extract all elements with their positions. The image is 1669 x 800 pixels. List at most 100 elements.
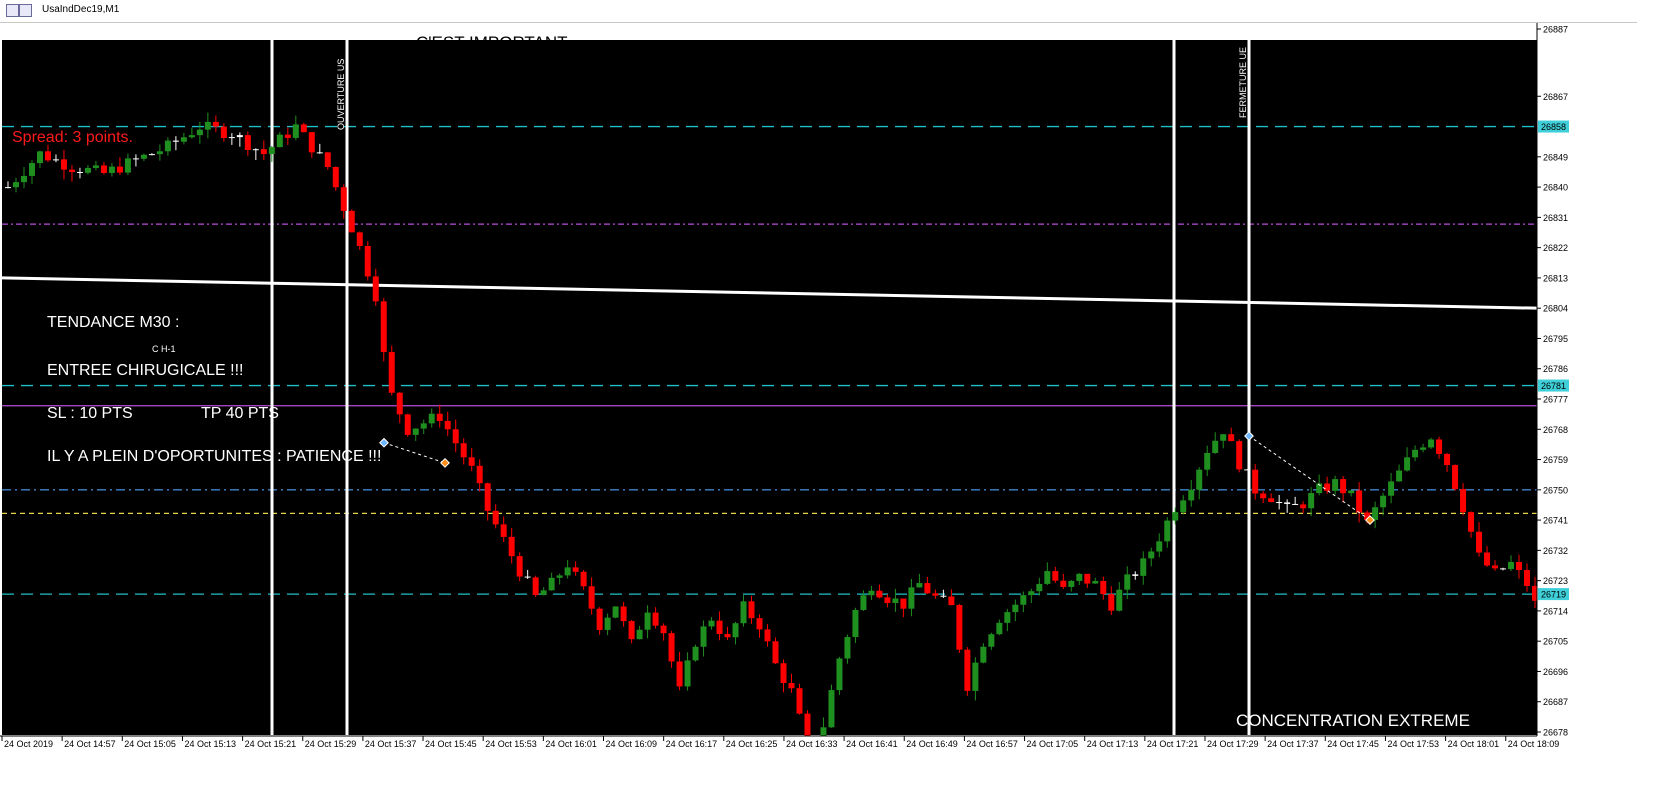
candle-body-52 — [420, 423, 427, 429]
spread-label: Spread: 3 points. — [12, 129, 133, 146]
candle-body-49 — [396, 392, 403, 415]
candle-body-97 — [780, 663, 787, 684]
candle-body-162 — [1300, 504, 1307, 509]
candle-body-176 — [1412, 449, 1419, 458]
time-tick-label-22: 24 Oct 17:45 — [1327, 739, 1379, 749]
ouverture-label: OUVERTURE US — [336, 59, 346, 130]
price-tick-label-20: 26687 — [1543, 697, 1568, 707]
candle-body-80 — [644, 612, 651, 630]
candle-body-124 — [996, 622, 1003, 635]
candle-body-172 — [1380, 495, 1387, 508]
candle-body-73 — [588, 586, 595, 609]
candle-body-182 — [1460, 489, 1467, 513]
candle-body-24 — [196, 129, 203, 136]
price-tick-label-0: 26887 — [1543, 25, 1568, 35]
candle-body-118 — [948, 596, 955, 606]
candle-body-58 — [468, 457, 475, 466]
candle-body-94 — [756, 618, 763, 630]
chart-title-bar: UsaIndDec19,M1 — [0, 0, 1637, 23]
candle-body-89 — [716, 620, 723, 634]
candle-body-33 — [268, 147, 275, 155]
price-tick-label-8: 26795 — [1543, 334, 1568, 344]
candle-body-110 — [884, 597, 891, 603]
candle-body-169 — [1356, 490, 1363, 513]
candle-body-188 — [1508, 561, 1515, 570]
time-tick-label-5: 24 Oct 15:29 — [305, 739, 357, 749]
candle-body-29 — [236, 135, 243, 138]
candle-body-35 — [284, 134, 291, 138]
candle-body-114 — [916, 583, 923, 588]
candle-body-68 — [548, 577, 555, 591]
time-tick-label-20: 24 Oct 17:29 — [1207, 739, 1259, 749]
candle-body-22 — [180, 137, 187, 142]
price-tick-label-12: 26759 — [1543, 455, 1568, 465]
candle-body-95 — [764, 629, 771, 642]
price-tick-label-4: 26831 — [1543, 213, 1568, 223]
candle-body-142 — [1140, 558, 1147, 576]
candle-body-103 — [828, 690, 835, 728]
price-highlight-label-1: 26781 — [1541, 381, 1566, 391]
candle-body-8 — [68, 169, 75, 173]
candle-body-119 — [956, 605, 963, 650]
window-title: UsaIndDec19,M1 — [42, 4, 120, 15]
candle-body-70 — [564, 567, 571, 576]
candle-body-84 — [676, 661, 683, 687]
candle-body-78 — [628, 621, 635, 640]
candle-body-13 — [108, 166, 115, 174]
price-chart[interactable]: 26887 26867 26849 26840 26831 26822 26813 26804… — [0, 0, 1669, 800]
candle-body-131 — [1052, 571, 1059, 581]
candle-body-105 — [844, 637, 851, 659]
candle-body-40 — [324, 152, 331, 167]
candle-body-107 — [860, 595, 867, 610]
candle-body-180 — [1444, 453, 1451, 466]
candle-body-69 — [556, 575, 563, 578]
candle-body-144 — [1156, 541, 1163, 552]
price-tick-label-16: 26723 — [1543, 576, 1568, 586]
candle-body-4 — [36, 151, 43, 164]
candle-body-90 — [724, 633, 731, 638]
candle-body-158 — [1268, 498, 1275, 503]
candle-body-128 — [1028, 591, 1035, 596]
tp-label: TP 40 PTS — [201, 405, 279, 422]
candle-body-166 — [1332, 479, 1339, 491]
candle-body-86 — [692, 646, 699, 661]
candle-body-140 — [1124, 574, 1131, 590]
time-tick-label-1: 24 Oct 14:57 — [64, 739, 116, 749]
candle-body-43 — [348, 210, 355, 233]
candle-body-178 — [1428, 439, 1435, 448]
candle-body-125 — [1004, 612, 1011, 623]
time-tick-label-4: 24 Oct 15:21 — [245, 739, 297, 749]
candle-body-50 — [404, 414, 411, 435]
time-tick-label-11: 24 Oct 16:17 — [666, 739, 718, 749]
candle-body-18 — [148, 154, 155, 156]
candle-body-121 — [972, 662, 979, 691]
time-tick-label-25: 24 Oct 18:09 — [1508, 739, 1560, 749]
candle-body-60 — [484, 483, 491, 511]
price-axis: 26887 26867 26849 26840 26831 26822 26813 26804… — [1536, 0, 1669, 800]
time-tick-label-21: 24 Oct 17:37 — [1267, 739, 1319, 749]
candle-body-15 — [124, 158, 131, 173]
candle-body-92 — [740, 601, 747, 624]
candle-body-64 — [516, 556, 523, 577]
candle-body-41 — [332, 166, 339, 188]
candle-body-2 — [20, 175, 27, 183]
candle-body-179 — [1436, 439, 1443, 454]
candle-body-28 — [228, 137, 235, 139]
ch1-label: C H-1 — [152, 344, 176, 354]
candle-body-173 — [1388, 481, 1395, 496]
candle-body-83 — [668, 633, 675, 662]
time-tick-label-7: 24 Oct 15:45 — [425, 739, 477, 749]
candle-body-109 — [876, 590, 883, 598]
time-tick-label-15: 24 Oct 16:49 — [906, 739, 958, 749]
candle-body-146 — [1172, 512, 1179, 521]
candle-body-47 — [380, 301, 387, 353]
sl-label: SL : 10 PTS — [47, 405, 133, 422]
price-tick-label-7: 26804 — [1543, 304, 1568, 314]
candle-body-76 — [612, 606, 619, 618]
candle-body-108 — [868, 590, 875, 596]
candle-body-37 — [300, 124, 307, 133]
time-tick-label-18: 24 Oct 17:13 — [1087, 739, 1139, 749]
candle-body-152 — [1220, 434, 1227, 441]
candle-body-127 — [1020, 595, 1027, 605]
candle-body-115 — [924, 583, 931, 594]
